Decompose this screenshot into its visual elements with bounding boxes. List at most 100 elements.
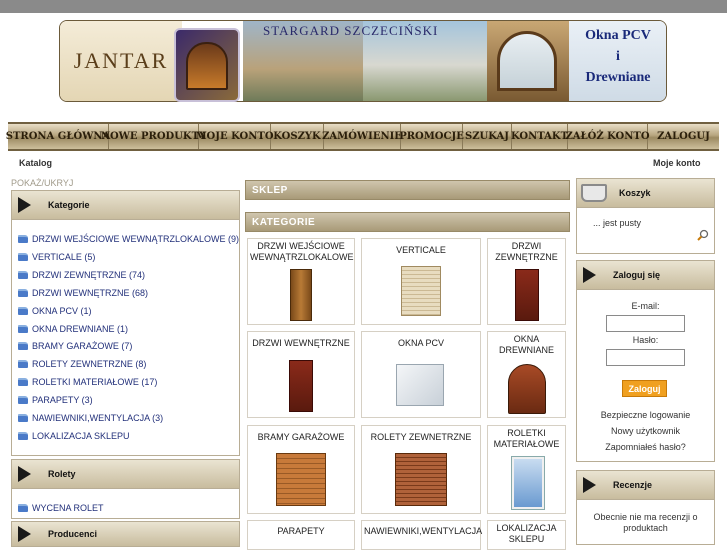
header-banner[interactable]: JANTAR STARGARD SZCZECIŃSKI Okna PCV i D… [59, 20, 667, 102]
garage-image [276, 453, 326, 506]
cart-empty-text: ... jest pusty [593, 218, 642, 228]
top-bar [0, 0, 727, 13]
categories-box-header: Kategorie [11, 190, 240, 220]
folder-icon [18, 396, 28, 404]
window-image [508, 364, 546, 414]
window-logo-icon [174, 28, 240, 102]
email-field[interactable] [606, 315, 685, 332]
cart-title: Koszyk [619, 188, 651, 198]
banner-photo-window [487, 21, 569, 101]
folder-icon [18, 342, 28, 350]
login-box-header: Zaloguj się [576, 260, 715, 290]
folder-icon [18, 235, 28, 243]
category-tile[interactable]: NAWIEWNIKI,WENTYLACJA [361, 520, 482, 550]
breadcrumb-catalog[interactable]: Katalog [19, 158, 52, 168]
magnifier-icon[interactable] [697, 229, 709, 241]
door-image [289, 360, 313, 412]
cart-icon [581, 184, 607, 202]
rolety-title: Rolety [48, 469, 76, 479]
category-link[interactable]: VERTICALE (5) [18, 252, 95, 262]
door-image [515, 269, 539, 321]
category-link[interactable]: DRZWI ZEWNĘTRZNE (74) [18, 270, 145, 280]
reviews-empty-text: Obecnie nie ma recenzji o produktach [593, 512, 698, 533]
login-button[interactable]: Zaloguj [622, 380, 667, 397]
arrow-right-icon [583, 267, 596, 283]
fabric-blind-image [511, 456, 545, 510]
nav-contact[interactable]: KONTAKT [511, 124, 568, 149]
blinds-image [401, 266, 441, 316]
shop-bar: SKLEP [245, 180, 570, 200]
category-link[interactable]: NAWIEWNIKI,WENTYLACJA (3) [18, 413, 163, 423]
category-tile[interactable]: PARAPETY [247, 520, 355, 550]
category-tile[interactable]: VERTICALE [361, 238, 481, 325]
category-link[interactable]: LOKALIZACJA SKLEPU [18, 431, 130, 441]
login-title: Zaloguj się [613, 270, 661, 280]
main-nav: STRONA GŁÓWNA NOWE PRODUKTY MOJE KONTO K… [6, 122, 719, 151]
folder-icon [18, 414, 28, 422]
category-tile[interactable]: OKNA DREWNIANE [487, 331, 566, 418]
window-image [396, 364, 444, 406]
folder-icon [18, 360, 28, 368]
banner-tagline: Okna PCV i Drewniane [569, 21, 666, 101]
category-link[interactable]: ROLETKI MATERIAŁOWE (17) [18, 377, 157, 387]
category-tile[interactable]: BRAMY GARAŻOWE [247, 425, 355, 514]
category-tile[interactable]: DRZWI WEWNĘTRZNE [247, 331, 355, 418]
forgot-password-link[interactable]: Zapomniałeś hasło? [576, 442, 715, 452]
category-link[interactable]: PARAPETY (3) [18, 395, 93, 405]
category-link[interactable]: DRZWI WEJŚCIOWE WEWNĄTRZLOKALOWE (9) [18, 234, 239, 244]
nav-home[interactable]: STRONA GŁÓWNA [6, 124, 110, 149]
categories-bar: KATEGORIE [245, 212, 570, 232]
folder-icon [18, 253, 28, 261]
folder-icon [18, 271, 28, 279]
new-user-link[interactable]: Nowy użytkownik [576, 426, 715, 436]
email-label: E-mail: [631, 301, 660, 311]
nav-my-account[interactable]: MOJE KONTO [195, 124, 274, 149]
rolety-box-header: Rolety [11, 459, 240, 489]
folder-icon [18, 289, 28, 297]
cart-box [576, 208, 715, 254]
password-field[interactable] [606, 349, 685, 366]
nav-new-products[interactable]: NOWE PRODUKTY [101, 124, 206, 149]
producers-box-header: Producenci [11, 521, 240, 547]
folder-icon [18, 432, 28, 440]
folder-icon [18, 504, 28, 512]
show-hide-toggle[interactable]: POKAŻ/UKRYJ [11, 178, 73, 188]
producers-title: Producenci [48, 529, 98, 539]
folder-icon [18, 378, 28, 386]
category-tile[interactable]: ROLETKI MATERIAŁOWE [487, 425, 566, 514]
category-tile[interactable]: ROLETY ZEWNETRZNE [361, 425, 481, 514]
category-link[interactable]: DRZWI WEWNĘTRZNE (68) [18, 288, 148, 298]
category-tile[interactable]: DRZWI WEJŚCIOWE WEWNĄTRZLOKALOWE [247, 238, 355, 325]
reviews-box-header: Recenzje [576, 470, 715, 500]
door-image [290, 269, 312, 321]
category-tile[interactable]: OKNA PCV [361, 331, 481, 418]
logo-text: JANTAR [73, 48, 169, 73]
nav-order[interactable]: ZAMÓWIENIE [322, 124, 402, 149]
nav-promotions[interactable]: PROMOCJE [399, 124, 464, 149]
folder-icon [18, 307, 28, 315]
arrow-right-icon [18, 197, 31, 213]
category-link[interactable]: OKNA PCV (1) [18, 306, 92, 316]
categories-title: Kategorie [48, 200, 90, 210]
reviews-title: Recenzje [613, 480, 653, 490]
password-label: Hasło: [632, 335, 659, 345]
category-link[interactable]: ROLETY ZEWNETRZNE (8) [18, 359, 146, 369]
nav-login[interactable]: ZALOGUJ [648, 124, 719, 149]
category-tile[interactable]: LOKALIZACJA SKLEPU [487, 520, 566, 550]
arrow-right-icon [583, 477, 596, 493]
category-tile[interactable]: DRZWI ZEWNĘTRZNE [487, 238, 566, 325]
arrow-right-icon [18, 466, 31, 482]
breadcrumb-my-account[interactable]: Moje konto [653, 158, 701, 168]
rolety-link[interactable]: WYCENA ROLET [18, 503, 104, 513]
nav-register[interactable]: ZAŁÓŻ KONTO [565, 124, 650, 149]
brand-logo[interactable]: JANTAR [60, 21, 182, 101]
category-link[interactable]: BRAMY GARAŻOWE (7) [18, 341, 132, 351]
folder-icon [18, 325, 28, 333]
arrow-right-icon [18, 526, 31, 542]
nav-cart[interactable]: KOSZYK [271, 124, 324, 149]
nav-search[interactable]: SZUKAJ [463, 124, 512, 149]
category-link[interactable]: OKNA DREWNIANE (1) [18, 324, 128, 334]
secure-login-link[interactable]: Bezpieczne logowanie [576, 410, 715, 420]
banner-title: STARGARD SZCZECIŃSKI [263, 23, 439, 38]
cart-box-header: Koszyk [576, 178, 715, 208]
